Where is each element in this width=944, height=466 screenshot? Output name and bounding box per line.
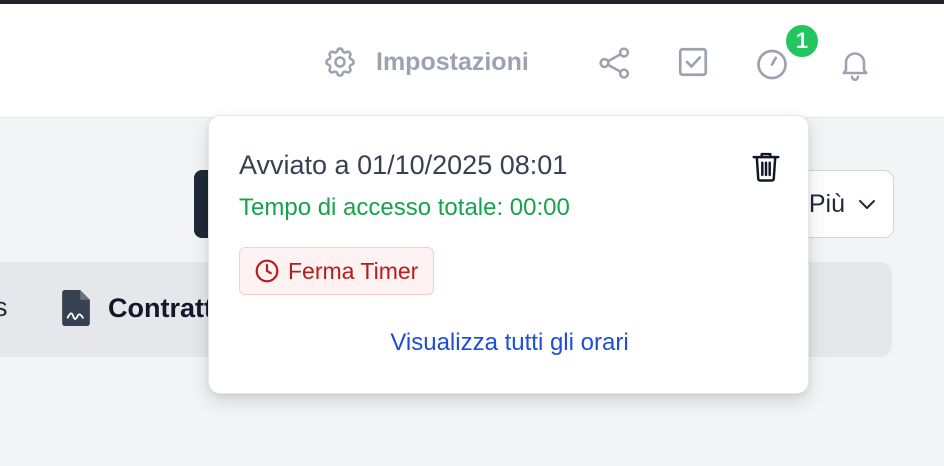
total-access-time: Tempo di accesso totale: 00:00 (239, 194, 570, 221)
view-all-times-link[interactable]: Visualizza tutti gli orari (209, 329, 810, 357)
checkbox-icon (678, 47, 708, 77)
share-button[interactable] (597, 45, 633, 81)
stop-timer-button[interactable]: Ferma Timer (239, 247, 435, 295)
top-header: Impostazioni 1 (0, 4, 944, 118)
chevron-down-icon (859, 200, 875, 209)
more-dropdown-label: Più (808, 189, 845, 218)
share-icon (599, 47, 630, 79)
bell-icon (842, 52, 868, 81)
tab-contracts-label: Contratt (108, 292, 213, 323)
timer-icon (757, 49, 787, 80)
tasks-button[interactable] (675, 44, 711, 80)
timer-popover: Avviato a 01/10/2025 08:01 Tempo di acce… (208, 115, 809, 394)
settings-label: Impostazioni (376, 47, 529, 76)
trash-icon[interactable] (751, 151, 781, 183)
timer-button[interactable] (754, 45, 790, 81)
notifications-button[interactable] (837, 46, 873, 82)
gear-icon (325, 47, 355, 77)
tab-contracts[interactable]: Contratt (62, 290, 213, 326)
notification-badge: 1 (784, 23, 820, 59)
settings-button[interactable]: Impostazioni (322, 44, 529, 80)
timer-started-text: Avviato a 01/10/2025 08:01 (239, 150, 568, 180)
clock-icon (255, 259, 279, 283)
tab-partial-label[interactable]: s (0, 292, 8, 323)
contract-document-icon (62, 290, 90, 326)
stop-timer-label: Ferma Timer (288, 257, 419, 284)
